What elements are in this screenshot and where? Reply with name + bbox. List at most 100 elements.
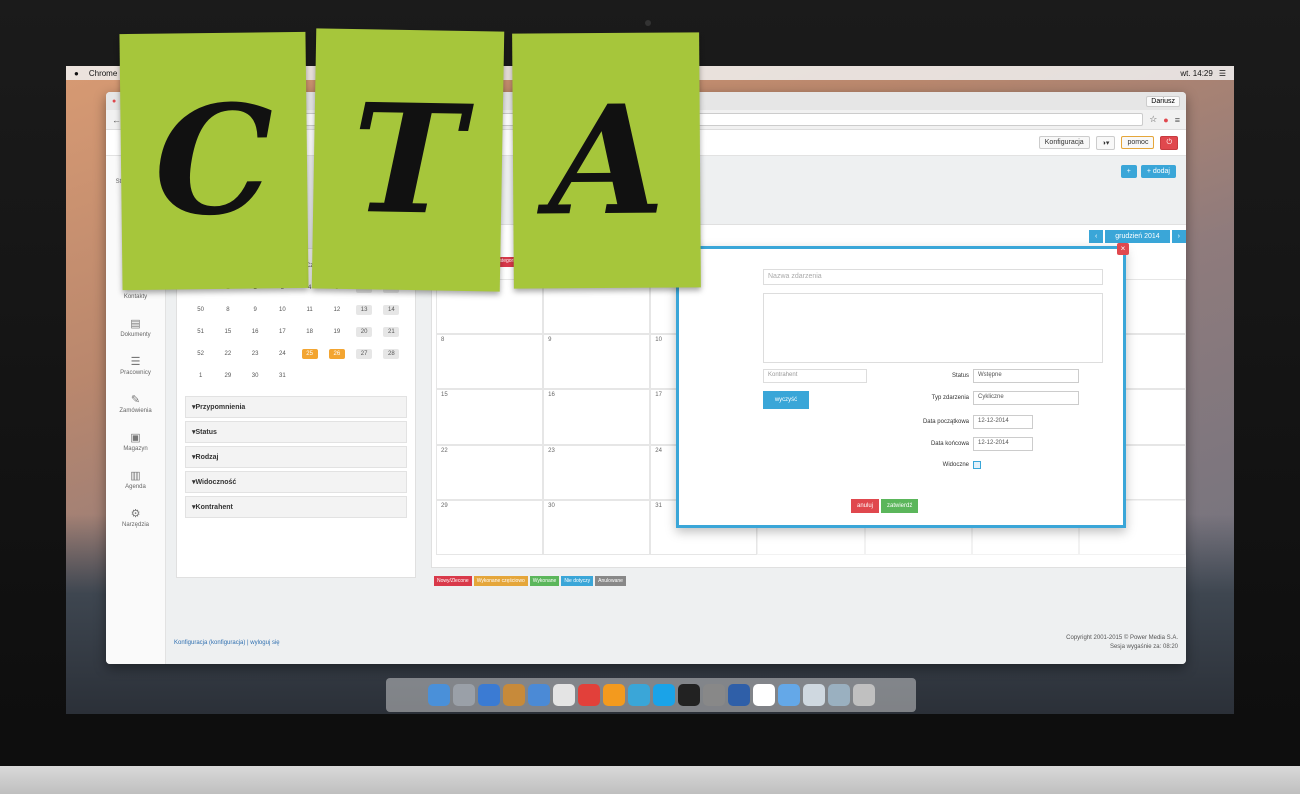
mini-day[interactable]: 15 bbox=[220, 327, 236, 337]
prev-month-button[interactable]: ‹ bbox=[1088, 229, 1104, 243]
mini-day[interactable]: 31 bbox=[274, 371, 290, 381]
mini-day[interactable]: 11 bbox=[302, 305, 318, 315]
legend-item[interactable]: Wykonane częściowo bbox=[473, 576, 528, 586]
mini-day[interactable]: 23 bbox=[247, 349, 263, 359]
end-date-input[interactable]: 12-12-2014 bbox=[973, 437, 1033, 451]
clear-button[interactable]: wyczyść bbox=[763, 391, 809, 409]
refresh-button[interactable]: + bbox=[1120, 164, 1137, 178]
calendar-day-cell[interactable]: 30 bbox=[543, 499, 651, 555]
mini-day[interactable]: 25 bbox=[301, 349, 318, 359]
visible-checkbox[interactable] bbox=[973, 461, 981, 469]
mini-day[interactable]: 27 bbox=[356, 349, 373, 359]
browser-menu-icon[interactable]: ≡ bbox=[1175, 115, 1180, 125]
dock-app-icon[interactable] bbox=[677, 684, 700, 706]
legend-item[interactable]: Anulowane bbox=[595, 576, 626, 586]
event-description-textarea[interactable] bbox=[763, 293, 1103, 363]
dock-app-icon[interactable] bbox=[502, 684, 525, 706]
mini-day[interactable]: 26 bbox=[328, 349, 345, 359]
legend-item[interactable]: Nowy/Zlecone bbox=[434, 576, 472, 586]
dock-app-icon[interactable] bbox=[527, 684, 550, 706]
calendar-day-cell[interactable]: 8 bbox=[436, 334, 544, 390]
sidebar-item-8[interactable]: ▥ Agenda bbox=[106, 460, 165, 498]
dock-app-icon[interactable] bbox=[802, 684, 825, 706]
contractor-search-input[interactable]: Kontrahent bbox=[763, 369, 867, 383]
dock-app-icon[interactable] bbox=[452, 684, 475, 706]
add-event-button[interactable]: + dodaj bbox=[1140, 164, 1176, 178]
mini-day[interactable]: 17 bbox=[274, 327, 290, 337]
dock-app-icon[interactable] bbox=[852, 684, 875, 706]
power-button[interactable]: ⏻ bbox=[1160, 135, 1178, 150]
footer-links[interactable]: Konfiguracja (konfiguracja) | wyloguj si… bbox=[174, 640, 280, 646]
calendar-day-cell[interactable]: 15 bbox=[436, 389, 544, 445]
sidebar-item-7[interactable]: ▣ Magazyn bbox=[106, 422, 165, 460]
filter-accordion[interactable]: ▾ Rodzaj bbox=[185, 446, 407, 468]
mini-day[interactable]: 10 bbox=[274, 305, 290, 315]
calendar-day-cell[interactable]: 23 bbox=[543, 444, 651, 500]
sidebar-item-6[interactable]: ✎ Zamówienia bbox=[106, 384, 165, 422]
filter-accordion[interactable]: ▾ Widoczność bbox=[185, 471, 407, 493]
mini-day[interactable] bbox=[302, 373, 318, 377]
dock-app-icon[interactable] bbox=[427, 684, 450, 706]
browser-profile-chip[interactable]: Dariusz bbox=[1146, 95, 1180, 107]
config-button[interactable]: Konfiguracja bbox=[1038, 136, 1090, 149]
filter-accordion[interactable]: ▾ Przypomnienia bbox=[185, 396, 407, 418]
calendar-day-cell[interactable]: 22 bbox=[436, 444, 544, 500]
dock-app-icon[interactable] bbox=[627, 684, 650, 706]
menu-list-icon[interactable]: ☰ bbox=[1219, 69, 1226, 78]
menubar-app-name[interactable]: Chrome bbox=[89, 69, 117, 78]
calendar-day-cell[interactable]: 16 bbox=[543, 389, 651, 445]
mini-day[interactable]: 14 bbox=[383, 305, 400, 315]
mini-day[interactable]: 16 bbox=[247, 327, 263, 337]
sidebar-item-4[interactable]: ▤ Dokumenty bbox=[106, 308, 165, 346]
calendar-day-cell[interactable]: 29 bbox=[436, 499, 544, 555]
status-select[interactable]: Wstępne bbox=[973, 369, 1079, 383]
dock-app-icon[interactable] bbox=[827, 684, 850, 706]
close-icon[interactable]: × bbox=[1117, 243, 1129, 255]
mini-day[interactable] bbox=[329, 373, 345, 377]
star-icon[interactable]: ☆ bbox=[1149, 114, 1157, 125]
mini-day[interactable]: 18 bbox=[302, 327, 318, 337]
filter-accordion[interactable]: ▾ Status bbox=[185, 421, 407, 443]
opera-icon[interactable]: ● bbox=[1163, 115, 1168, 125]
type-select[interactable]: Cykliczne bbox=[973, 391, 1079, 405]
calendar-day-cell[interactable]: 9 bbox=[543, 334, 651, 390]
start-date-input[interactable]: 12-12-2014 bbox=[973, 415, 1033, 429]
mini-day[interactable]: 8 bbox=[220, 305, 236, 315]
dock-app-icon[interactable] bbox=[777, 684, 800, 706]
filter-accordion[interactable]: ▾ Kontrahent bbox=[185, 496, 407, 518]
dock-app-icon[interactable] bbox=[752, 684, 775, 706]
legend-item[interactable]: Nie dotyczy bbox=[561, 576, 594, 586]
legend-item[interactable]: Wykonane bbox=[529, 576, 560, 586]
menubar-clock[interactable]: wt. 14:29 bbox=[1180, 69, 1212, 78]
dock-app-icon[interactable] bbox=[477, 684, 500, 706]
mini-day[interactable]: 28 bbox=[383, 349, 400, 359]
apple-icon[interactable]: ● bbox=[74, 69, 79, 78]
mini-day[interactable]: 29 bbox=[220, 371, 236, 381]
next-month-button[interactable]: › bbox=[1171, 229, 1186, 243]
mini-day[interactable]: 20 bbox=[356, 327, 373, 337]
mini-day[interactable]: 13 bbox=[356, 305, 373, 315]
save-button[interactable]: zatwierdź bbox=[881, 499, 919, 513]
dock-app-icon[interactable] bbox=[652, 684, 675, 706]
mini-day[interactable]: 30 bbox=[247, 371, 263, 381]
mini-day[interactable]: 24 bbox=[274, 349, 290, 359]
mini-day[interactable]: 12 bbox=[329, 305, 345, 315]
cancel-button[interactable]: anuluj bbox=[851, 499, 880, 513]
mini-day[interactable]: 22 bbox=[220, 349, 236, 359]
event-title-input[interactable]: Nazwa zdarzenia bbox=[763, 269, 1103, 285]
sidebar-item-5[interactable]: ☰ Pracownicy bbox=[106, 346, 165, 384]
dock-app-icon[interactable] bbox=[727, 684, 750, 706]
dock-app-icon[interactable] bbox=[577, 684, 600, 706]
user-menu-button[interactable]: pomoc bbox=[1121, 136, 1155, 149]
close-window-dot[interactable]: ● bbox=[112, 98, 116, 105]
theme-toggle-button[interactable]: ◑▾ bbox=[1095, 135, 1116, 150]
mini-day[interactable]: 9 bbox=[247, 305, 263, 315]
dock-app-icon[interactable] bbox=[702, 684, 725, 706]
mini-day[interactable]: 21 bbox=[383, 327, 400, 337]
sidebar-item-9[interactable]: ⚙ Narzędzia bbox=[106, 498, 165, 536]
dock-app-icon[interactable] bbox=[552, 684, 575, 706]
mini-day[interactable]: 19 bbox=[329, 327, 345, 337]
dock-app-icon[interactable] bbox=[602, 684, 625, 706]
mini-day[interactable] bbox=[356, 373, 372, 377]
mini-day[interactable] bbox=[383, 373, 399, 377]
